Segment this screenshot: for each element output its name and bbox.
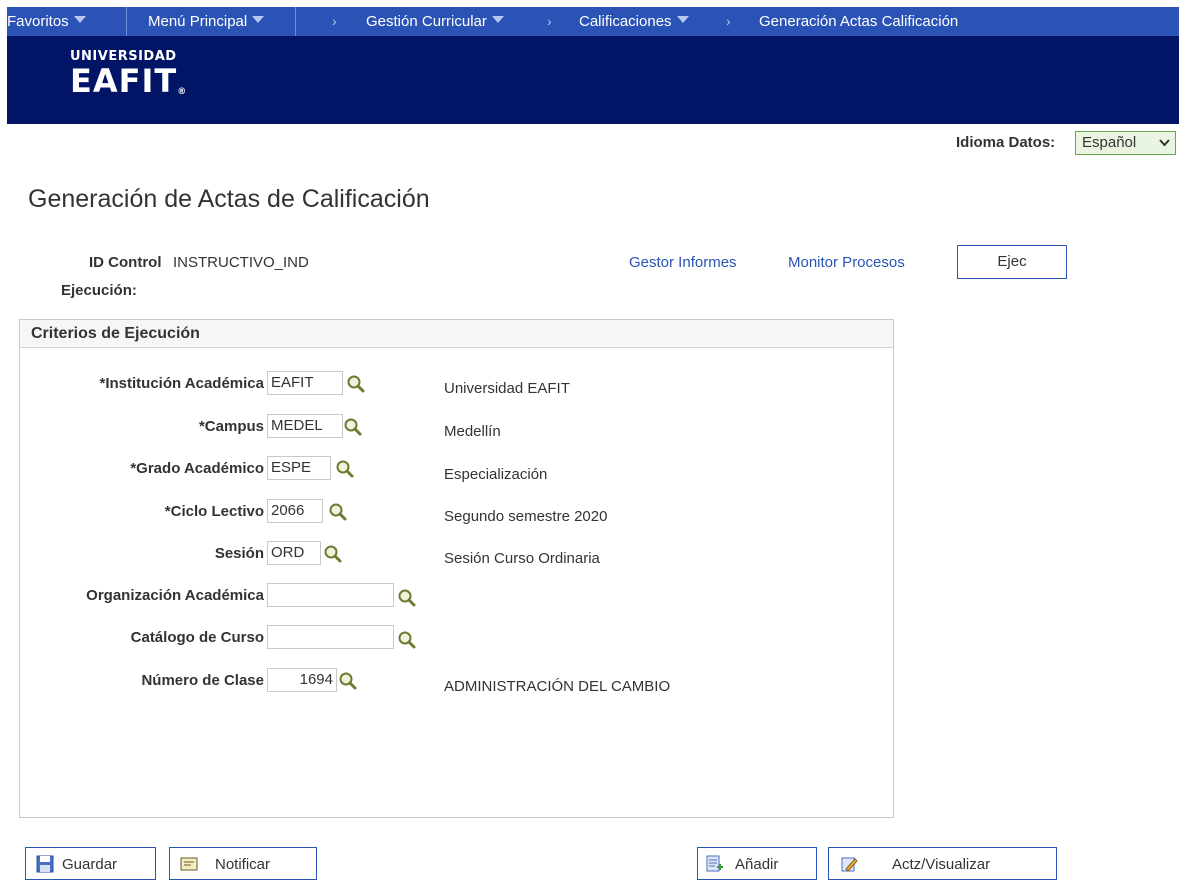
field-label-term: *Ciclo Lectivo bbox=[164, 503, 264, 520]
run-criteria-title: Criterios de Ejecución bbox=[20, 320, 893, 348]
breadcrumb-chevron-icon: › bbox=[726, 13, 731, 29]
breadcrumb-chevron-icon: › bbox=[547, 13, 552, 29]
report-manager-link[interactable]: Gestor Informes bbox=[629, 254, 737, 271]
breadcrumb-chevron-icon: › bbox=[332, 13, 337, 29]
add-button[interactable]: Añadir bbox=[697, 847, 817, 880]
save-label: Guardar bbox=[62, 856, 118, 873]
institution-input[interactable]: EAFIT bbox=[267, 371, 343, 395]
nav-menu-principal[interactable]: Menú Principal bbox=[148, 7, 265, 36]
session-input[interactable]: ORD bbox=[267, 541, 321, 565]
nav-calificaciones-label: Calificaciones bbox=[579, 13, 672, 30]
institution-lookup-icon[interactable] bbox=[346, 374, 366, 394]
logo-registered-mark: ® bbox=[177, 87, 188, 97]
nav-menu-principal-label: Menú Principal bbox=[148, 13, 248, 30]
eafit-logo: UNIVERSIDAD EAFIT® bbox=[70, 50, 187, 97]
add-document-icon bbox=[706, 855, 723, 872]
class-number-description: ADMINISTRACIÓN DEL CAMBIO bbox=[444, 678, 671, 695]
notify-button[interactable]: Notificar bbox=[169, 847, 317, 880]
academic-career-description: Especialización bbox=[444, 466, 548, 483]
logo-line-eafit: EAFIT® bbox=[70, 65, 187, 97]
caret-down-icon bbox=[491, 16, 504, 23]
campus-lookup-icon[interactable] bbox=[343, 417, 363, 437]
envelope-icon bbox=[180, 857, 198, 871]
notify-label: Notificar bbox=[215, 856, 271, 873]
catalog-input[interactable] bbox=[267, 625, 394, 649]
add-label: Añadir bbox=[735, 856, 779, 873]
class-number-input[interactable]: 1694 bbox=[267, 668, 337, 692]
field-label-institution: *Institución Académica bbox=[99, 375, 265, 392]
nav-calificaciones[interactable]: Calificaciones bbox=[579, 7, 689, 36]
session-description: Sesión Curso Ordinaria bbox=[444, 550, 600, 567]
process-monitor-link[interactable]: Monitor Procesos bbox=[788, 254, 905, 271]
class-number-lookup-icon[interactable] bbox=[338, 671, 358, 691]
top-navigation-bar: Favoritos Menú Principal › Gestión Curri… bbox=[7, 7, 1179, 36]
update-display-button[interactable]: Actz/Visualizar bbox=[828, 847, 1057, 880]
caret-down-icon bbox=[676, 16, 689, 23]
field-label-catalog: Catálogo de Curso bbox=[130, 629, 264, 646]
caret-down-icon bbox=[73, 16, 86, 23]
field-label-class-number: Número de Clase bbox=[141, 672, 264, 689]
run-button[interactable]: Ejec bbox=[957, 245, 1067, 279]
floppy-disk-icon bbox=[36, 855, 54, 873]
nav-gestion-curricular[interactable]: Gestión Curricular bbox=[366, 7, 504, 36]
nav-divider bbox=[126, 7, 127, 36]
campus-input[interactable]: MEDEL bbox=[267, 414, 343, 438]
academic-career-input[interactable]: ESPE bbox=[267, 456, 331, 480]
catalog-lookup-icon[interactable] bbox=[397, 630, 417, 650]
field-label-academic-org: Organización Académica bbox=[86, 587, 264, 604]
field-label-academic-career: *Grado Académico bbox=[130, 460, 264, 477]
update-display-label: Actz/Visualizar bbox=[892, 856, 991, 873]
academic-org-input[interactable] bbox=[267, 583, 394, 607]
nav-divider bbox=[295, 7, 296, 36]
data-language-value: Español bbox=[1082, 134, 1137, 151]
term-lookup-icon[interactable] bbox=[328, 502, 348, 522]
term-description: Segundo semestre 2020 bbox=[444, 508, 608, 525]
chevron-down-icon bbox=[1159, 139, 1170, 147]
nav-current-page[interactable]: Generación Actas Calificación bbox=[759, 7, 958, 36]
field-label-campus: *Campus bbox=[198, 418, 264, 435]
save-button[interactable]: Guardar bbox=[25, 847, 156, 880]
header-banner: UNIVERSIDAD EAFIT® bbox=[7, 36, 1179, 124]
session-lookup-icon[interactable] bbox=[323, 544, 343, 564]
academic-org-lookup-icon[interactable] bbox=[397, 588, 417, 608]
edit-pencil-icon bbox=[841, 857, 858, 872]
page-title: Generación de Actas de Calificación bbox=[28, 185, 430, 213]
campus-description: Medellín bbox=[444, 423, 501, 440]
field-label-session: Sesión bbox=[214, 545, 264, 562]
nav-gestion-curricular-label: Gestión Curricular bbox=[366, 13, 487, 30]
data-language-select[interactable]: Español bbox=[1075, 131, 1176, 155]
academic-career-lookup-icon[interactable] bbox=[335, 459, 355, 479]
nav-favoritos-label: Favoritos bbox=[7, 13, 69, 30]
data-language-label: Idioma Datos: bbox=[956, 134, 1056, 151]
run-control-label-line1: ID Control bbox=[89, 254, 162, 271]
run-control-label-line2: Ejecución: bbox=[61, 282, 137, 299]
logo-eafit-text: EAFIT bbox=[70, 62, 178, 100]
nav-favoritos[interactable]: Favoritos bbox=[7, 7, 86, 36]
term-input[interactable]: 2066 bbox=[267, 499, 323, 523]
caret-down-icon bbox=[252, 16, 265, 23]
institution-description: Universidad EAFIT bbox=[444, 380, 570, 397]
run-control-value: INSTRUCTIVO_IND bbox=[173, 254, 309, 271]
